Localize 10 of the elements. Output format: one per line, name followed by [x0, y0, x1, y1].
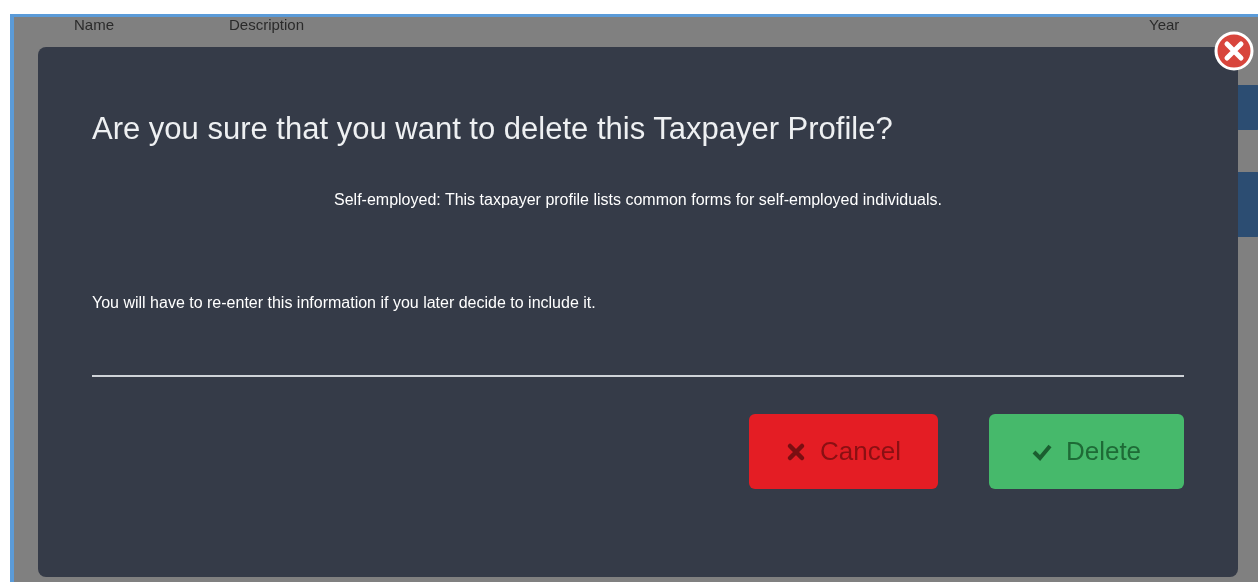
- close-icon[interactable]: [1214, 31, 1254, 71]
- dialog-title: Are you sure that you want to delete this Taxpayer Profile?: [92, 110, 894, 148]
- dialog-note: You will have to re-enter this information if you later decide to include it.: [92, 294, 597, 312]
- column-header: Name: [74, 17, 115, 33]
- cancel-button[interactable]: Cancel: [749, 414, 938, 489]
- delete-button[interactable]: Delete: [989, 414, 1184, 489]
- close-icon: [786, 441, 807, 462]
- column-header: Year: [1149, 17, 1180, 33]
- column-header: Description: [229, 17, 306, 33]
- dialog-message: Self-employed: This taxpayer profile lists common forms for self-employed individuals.: [333, 191, 943, 209]
